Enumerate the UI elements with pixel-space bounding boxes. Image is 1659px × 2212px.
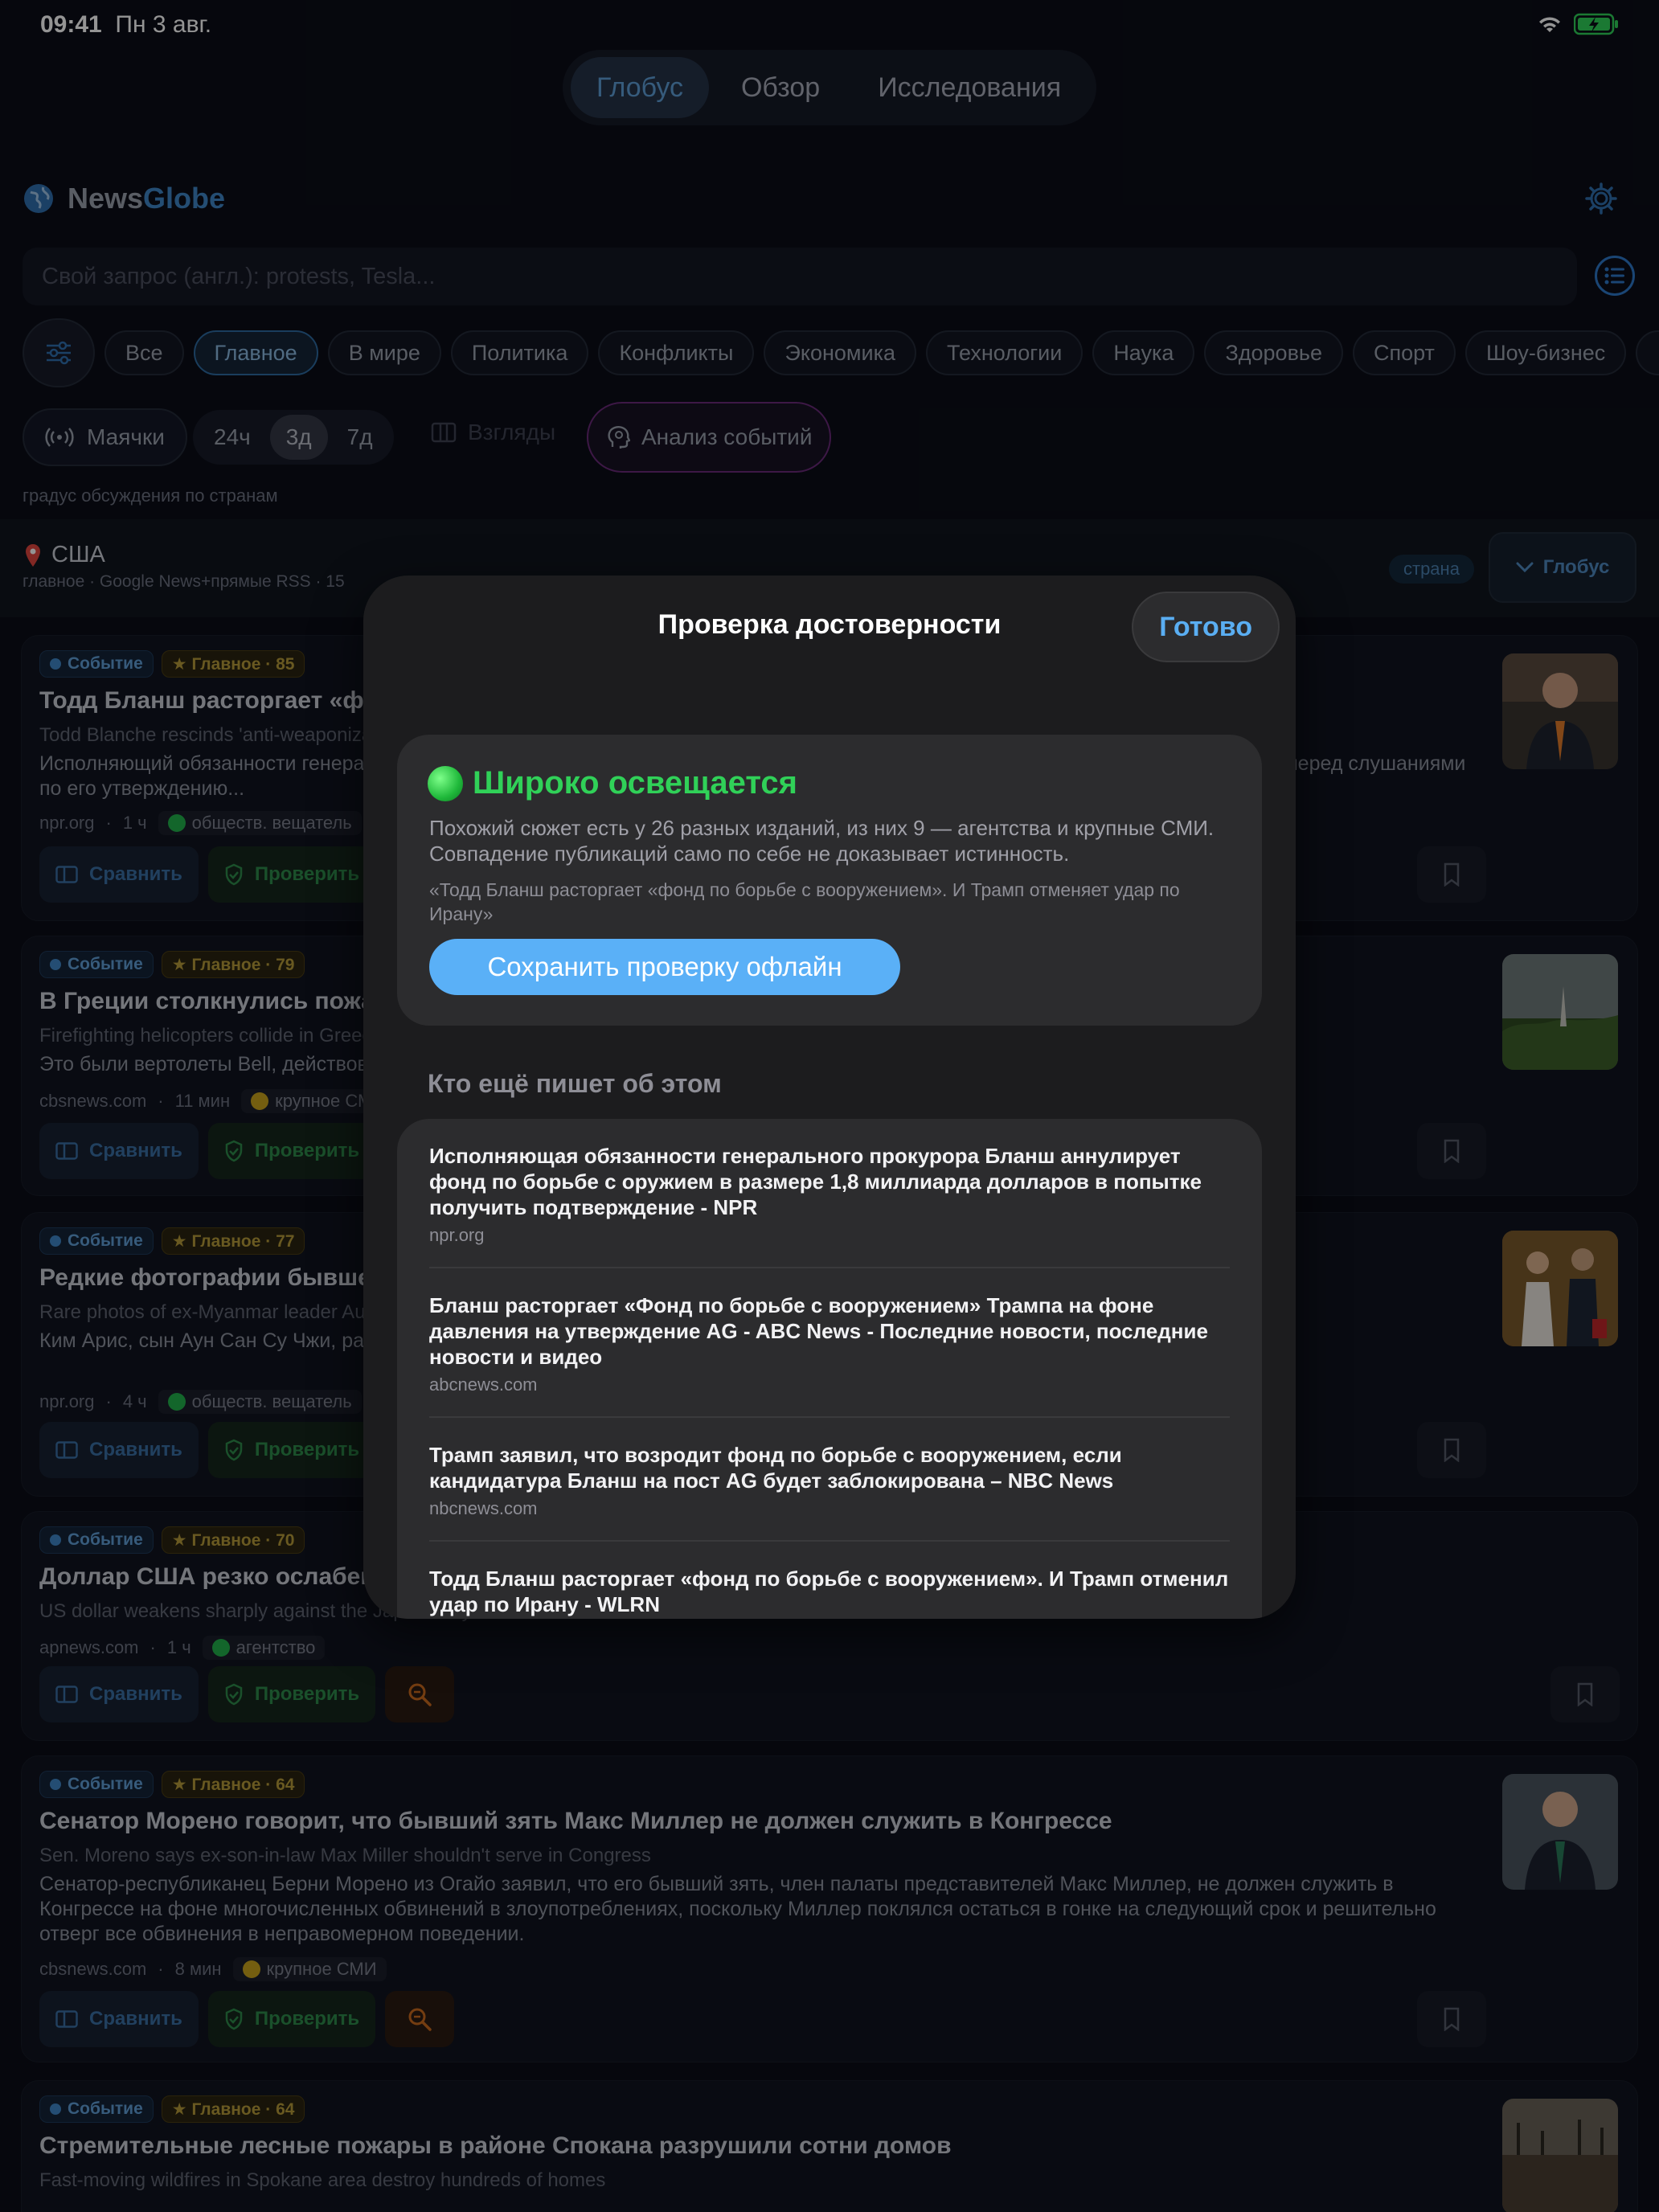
status-green-icon [428,765,463,801]
source-item[interactable]: Бланш расторгает «Фонд по борьбе с воору… [429,1292,1230,1395]
divider [429,1416,1230,1418]
sources-list: Исполняющая обязанности генерального про… [397,1119,1262,1619]
save-offline-button[interactable]: Сохранить проверку офлайн [429,939,900,995]
source-title: Исполняющая обязанности генерального про… [429,1144,1202,1219]
source-domain: npr.org [429,1225,485,1245]
section-title: Кто ещё пишет об этом [428,1069,722,1098]
divider [429,1267,1230,1268]
verdict-text: Похожий сюжет есть у 26 разных изданий, … [429,816,1215,866]
source-title: Тодд Бланш расторгает «фонд по борьбе с … [429,1567,1229,1616]
source-item[interactable]: Трамп заявил, что возродит фонд по борьб… [429,1442,1230,1519]
source-domain: abcnews.com [429,1374,538,1395]
verification-modal: Проверка достоверности Готово Широко осв… [363,576,1296,1619]
source-item[interactable]: Тодд Бланш расторгает «фонд по борьбе с … [429,1566,1230,1617]
verdict-title: Широко освещается [428,765,797,801]
source-item[interactable]: Исполняющая обязанности генерального про… [429,1143,1230,1246]
divider [429,1540,1230,1542]
verdict-card: Широко освещается Похожий сюжет есть у 2… [397,735,1262,1026]
source-title: Трамп заявил, что возродит фонд по борьб… [429,1443,1122,1493]
verdict-quote: «Тодд Бланш расторгает «фонд по борьбе с… [429,879,1180,924]
done-button[interactable]: Готово [1132,592,1280,662]
source-domain: nbcnews.com [429,1498,538,1518]
source-title: Бланш расторгает «Фонд по борьбе с воору… [429,1293,1208,1369]
